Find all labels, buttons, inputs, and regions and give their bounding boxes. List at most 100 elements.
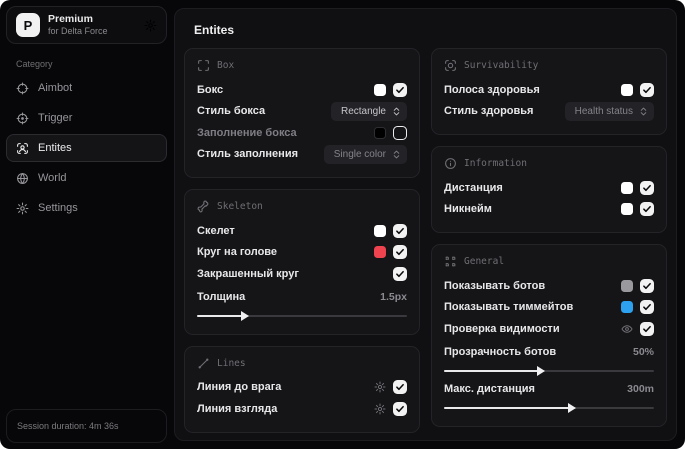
settings-gear-icon[interactable] [144,19,157,32]
card-header-label: General [464,256,505,267]
globe-icon [16,172,29,185]
sidebar-item-entites[interactable]: Entites [6,134,167,162]
checkbox[interactable] [393,125,407,140]
chevrons-up-down-icon [391,149,402,160]
sidebar-item-trigger[interactable]: Trigger [6,104,167,132]
check-icon [642,324,652,334]
checkbox[interactable] [393,266,407,281]
color-swatch[interactable] [621,203,633,216]
slider-label-row: Толщина 1.5px [197,287,407,307]
checkbox[interactable] [640,321,654,336]
card-header-label: Lines [217,357,246,369]
check-icon [395,382,405,392]
checkbox[interactable] [640,202,654,217]
setting-controls [621,82,654,97]
sidebar-item-label: Aimbot [38,82,73,94]
color-swatch[interactable] [374,224,386,237]
dropdown[interactable]: Rectangle [330,101,407,121]
setting-row: Заполнение бокса [197,122,407,144]
checkbox[interactable] [393,82,407,97]
sidebar: P Premium for Delta Force Category Aimbo… [0,0,171,449]
card-header: Skeleton [197,200,407,213]
checkbox[interactable] [640,180,654,195]
checkbox[interactable] [393,223,407,238]
brand-card: P Premium for Delta Force [6,6,167,44]
setting-row: Бокс [197,79,407,101]
slider-setting: Толщина 1.5px [197,285,407,321]
slider-thumb[interactable] [241,310,250,321]
card-header-label: Skeleton [217,201,263,212]
line-icon [197,357,210,370]
entities-icon [16,142,29,155]
sidebar-nav: Aimbot Trigger Entites World Settings [6,74,167,222]
gear-icon[interactable] [374,403,386,415]
setting-controls [621,202,654,217]
sidebar-item-aimbot[interactable]: Aimbot [6,74,167,102]
check-icon [395,226,405,236]
color-swatch[interactable] [374,246,386,259]
card-general: General Показывать ботов Показывать тиммей… [431,244,667,427]
color-swatch[interactable] [621,279,633,292]
color-swatch[interactable] [621,181,633,194]
setting-row: Линия до врага [197,377,407,399]
gear-icon [16,202,29,215]
checkbox[interactable] [640,82,654,97]
sidebar-item-label: World [38,172,67,184]
slider-label-row: Макс. дистанция 300m [444,379,654,399]
slider[interactable] [197,310,407,321]
setting-controls [621,278,654,293]
slider-value: 300m [627,382,654,395]
setting-controls: Single color [323,144,407,164]
checkbox[interactable] [393,245,407,260]
setting-row: Закрашенный круг [197,263,407,285]
setting-row: Никнейм [444,199,654,221]
card-header: Information [444,157,654,170]
slider-thumb[interactable] [568,402,576,413]
color-swatch[interactable] [374,126,386,139]
setting-controls: Rectangle [330,101,407,121]
setting-label: Линия взгляда [197,402,278,415]
setting-row: Показывать ботов [444,275,654,297]
setting-label: Макс. дистанция [444,382,535,395]
gear-icon[interactable] [374,381,386,393]
setting-controls [393,266,407,281]
sidebar-item-label: Settings [38,202,78,214]
slider[interactable] [444,365,654,376]
setting-controls [621,321,654,336]
slider[interactable] [444,402,654,413]
sidebar-item-world[interactable]: World [6,164,167,192]
session-duration: Session duration: 4m 36s [6,409,167,443]
setting-controls [374,401,407,416]
check-icon [642,281,652,291]
sidebar-item-settings[interactable]: Settings [6,194,167,222]
page-title: Entites [194,23,235,37]
chevrons-up-down-icon [638,106,649,117]
app-window: P Premium for Delta Force Category Aimbo… [0,0,685,449]
checkbox[interactable] [393,380,407,395]
setting-row: Стиль бокса Rectangle [197,101,407,123]
slider-fill [444,406,570,409]
sidebar-item-label: Trigger [38,112,73,124]
box-icon [197,59,210,72]
checkbox[interactable] [640,300,654,315]
color-swatch[interactable] [374,83,386,96]
checkbox[interactable] [393,401,407,416]
dropdown[interactable]: Single color [323,144,407,164]
sidebar-item-label: Entites [38,142,72,154]
setting-controls [621,180,654,195]
color-swatch[interactable] [621,83,633,96]
eye-icon[interactable] [621,323,633,335]
setting-controls: Health status [564,101,654,121]
info-icon [444,157,457,170]
card-header: Box [197,59,407,72]
slider-thumb[interactable] [536,365,545,376]
setting-row: Скелет [197,220,407,242]
color-swatch[interactable] [621,301,633,314]
slider-value: 1.5px [380,290,407,303]
setting-row: Проверка видимости [444,318,654,340]
setting-row: Показывать тиммейтов [444,297,654,319]
checkbox[interactable] [640,278,654,293]
card-column: Survivability Полоса здоровья Стиль здоров… [431,48,667,427]
dropdown[interactable]: Health status [564,101,654,121]
card-skeleton: Skeleton Скелет Круг на голове Закрашенный … [184,189,420,335]
